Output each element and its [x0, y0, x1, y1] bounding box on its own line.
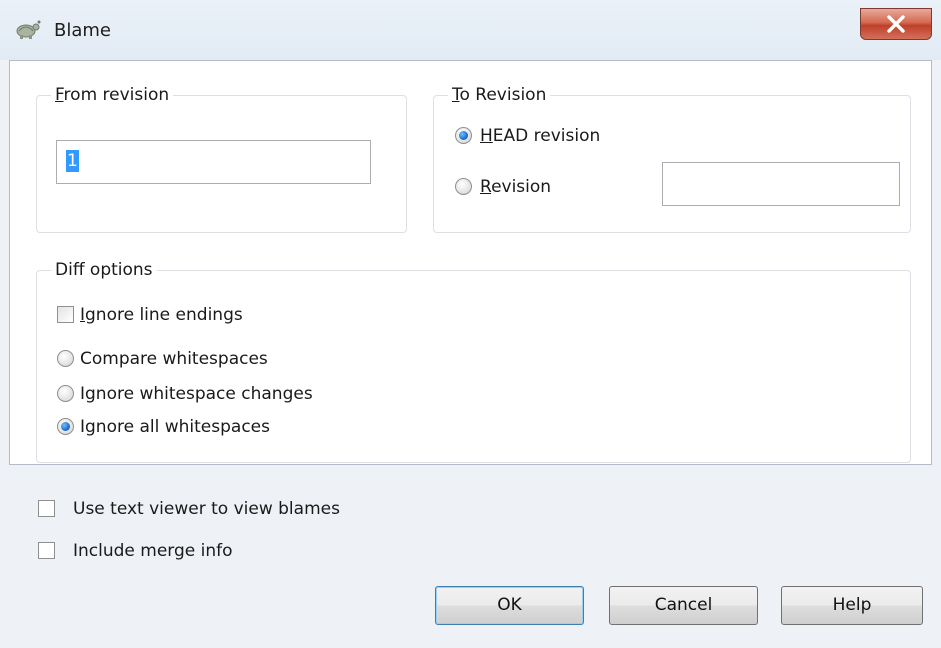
dialog-content: From revision 1 To Revision HEAD revisio… — [9, 60, 932, 465]
ignore-all-whitespaces-label[interactable]: Ignore all whitespaces — [80, 416, 270, 438]
ignore-whitespace-changes-radio[interactable] — [57, 385, 74, 402]
use-text-viewer-checkbox[interactable] — [38, 500, 55, 517]
to-revision-group-label: To Revision — [448, 84, 551, 106]
include-merge-info-label[interactable]: Include merge info — [73, 540, 233, 562]
use-text-viewer-label[interactable]: Use text viewer to view blames — [73, 498, 340, 520]
revision-radio[interactable] — [455, 178, 472, 195]
ignore-line-endings-label[interactable]: Ignore line endings — [80, 304, 243, 326]
revision-input[interactable] — [662, 162, 900, 206]
title-bar: Blame — [0, 0, 941, 60]
from-revision-input[interactable]: 1 — [56, 140, 371, 184]
ignore-line-endings-checkbox[interactable] — [57, 306, 74, 323]
revision-label[interactable]: Revision — [480, 176, 551, 198]
head-revision-radio[interactable] — [455, 127, 472, 144]
include-merge-info-checkbox[interactable] — [38, 542, 55, 559]
compare-whitespaces-radio[interactable] — [57, 350, 74, 367]
window-title: Blame — [54, 20, 111, 41]
tortoise-icon — [14, 18, 42, 40]
ignore-whitespace-changes-label[interactable]: Ignore whitespace changes — [80, 383, 313, 405]
head-revision-label[interactable]: HEAD revision — [480, 125, 600, 147]
cancel-button[interactable]: Cancel — [609, 586, 758, 625]
diff-options-group-label: Diff options — [51, 259, 157, 281]
help-button[interactable]: Help — [781, 586, 923, 625]
ignore-all-whitespaces-radio[interactable] — [57, 418, 74, 435]
from-revision-group-label: From revision — [51, 84, 174, 106]
close-icon — [887, 15, 905, 33]
compare-whitespaces-label[interactable]: Compare whitespaces — [80, 348, 268, 370]
close-button[interactable] — [860, 8, 932, 40]
ok-button[interactable]: OK — [435, 586, 584, 625]
from-revision-value: 1 — [66, 150, 79, 172]
